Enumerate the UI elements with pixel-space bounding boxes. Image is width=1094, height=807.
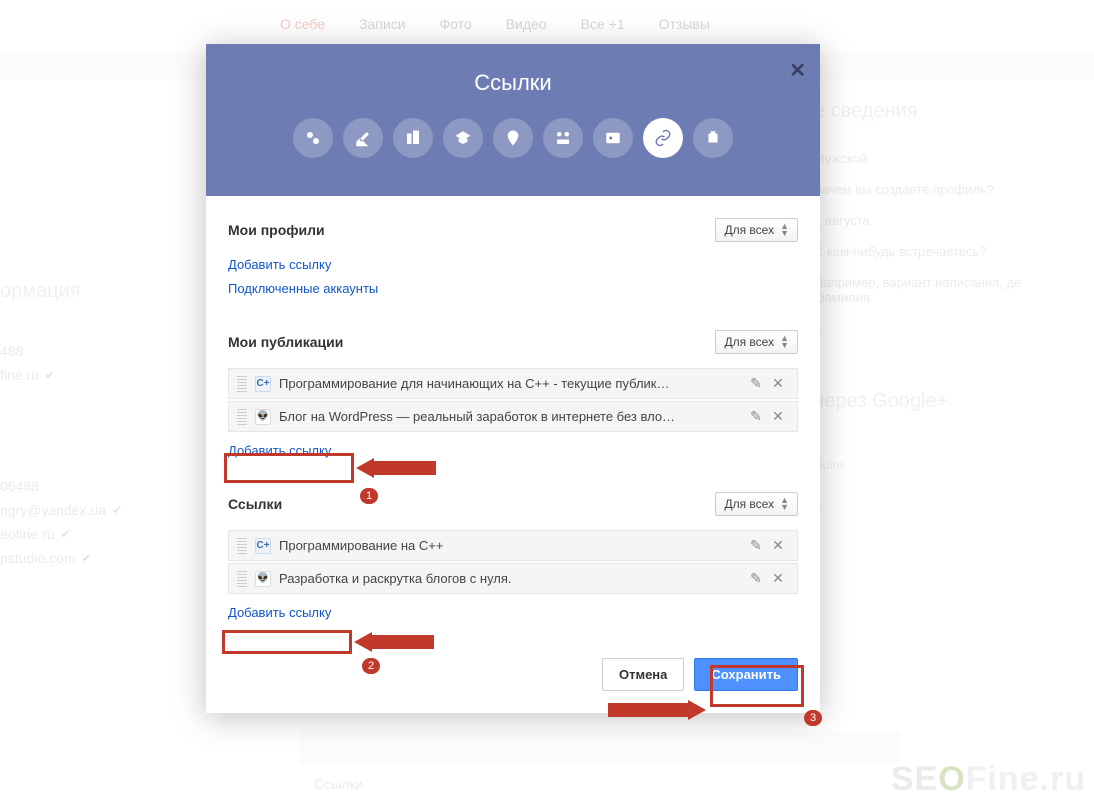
modal-header: ✕ Ссылки <box>206 44 820 196</box>
connected-accounts-link[interactable]: Подключенные аккаунты <box>228 281 378 296</box>
close-icon[interactable]: ✕ <box>767 570 789 587</box>
close-icon[interactable]: ✕ <box>767 408 789 425</box>
education-icon[interactable] <box>443 118 483 158</box>
work-icon[interactable] <box>393 118 433 158</box>
favicon-icon: 👽 <box>255 409 271 425</box>
modal-footer: Отмена Сохранить <box>206 658 820 713</box>
link-item[interactable]: 👽 Блог на WordPress — реальный заработок… <box>228 401 798 432</box>
link-item-text: Программирование на С++ <box>279 538 745 553</box>
link-item[interactable]: C+ Программирование на С++ ✎ ✕ <box>228 530 798 561</box>
close-icon[interactable]: ✕ <box>767 375 789 392</box>
modal-icon-row <box>206 118 820 158</box>
section-title: Ссылки <box>228 496 282 512</box>
add-link[interactable]: Добавить ссылку <box>228 257 331 272</box>
pencil-icon[interactable]: ✎ <box>745 375 767 392</box>
visibility-dropdown[interactable]: Для всех▲▼ <box>715 330 798 354</box>
link-item-text: Разработка и раскрутка блогов с нуля. <box>279 571 745 586</box>
visibility-dropdown[interactable]: Для всех▲▼ <box>715 492 798 516</box>
favicon-icon: C+ <box>255 376 271 392</box>
favicon-icon: C+ <box>255 538 271 554</box>
basic-info-icon[interactable] <box>543 118 583 158</box>
link-item[interactable]: 👽 Разработка и раскрутка блогов с нуля. … <box>228 563 798 594</box>
favicon-icon: 👽 <box>255 571 271 587</box>
close-icon[interactable]: ✕ <box>767 537 789 554</box>
link-item-text: Программирование для начинающих на С++ -… <box>279 376 745 391</box>
pencil-icon[interactable]: ✎ <box>745 537 767 554</box>
add-link[interactable]: Добавить ссылку <box>228 443 331 458</box>
section-title: Мои публикации <box>228 334 343 350</box>
pencil-icon[interactable]: ✎ <box>745 570 767 587</box>
visibility-dropdown[interactable]: Для всех▲▼ <box>715 218 798 242</box>
places-icon[interactable] <box>493 118 533 158</box>
drag-handle-icon[interactable] <box>237 409 247 425</box>
tagline-icon[interactable] <box>293 118 333 158</box>
section-links: Ссылки Для всех▲▼ C+ Программирование на… <box>228 492 798 628</box>
contact-icon[interactable] <box>593 118 633 158</box>
chevron-sort-icon: ▲▼ <box>780 223 789 237</box>
pencil-icon[interactable]: ✎ <box>745 408 767 425</box>
modal-body: Мои профили Для всех▲▼ Добавить ссылку П… <box>206 196 820 658</box>
drag-handle-icon[interactable] <box>237 538 247 554</box>
section-my-profiles: Мои профили Для всех▲▼ Добавить ссылку П… <box>228 218 798 304</box>
section-title: Мои профили <box>228 222 325 238</box>
add-link[interactable]: Добавить ссылку <box>228 605 331 620</box>
close-icon[interactable]: ✕ <box>789 58 806 83</box>
chevron-sort-icon: ▲▼ <box>780 497 789 511</box>
links-modal: ✕ Ссылки Мои профили Для всех▲▼ <box>206 44 820 713</box>
story-icon[interactable] <box>343 118 383 158</box>
drag-handle-icon[interactable] <box>237 571 247 587</box>
modal-title: Ссылки <box>206 44 820 96</box>
chevron-sort-icon: ▲▼ <box>780 335 789 349</box>
drag-handle-icon[interactable] <box>237 376 247 392</box>
apps-icon[interactable] <box>693 118 733 158</box>
link-item-text: Блог на WordPress — реальный заработок в… <box>279 409 745 424</box>
link-item[interactable]: C+ Программирование для начинающих на С+… <box>228 368 798 399</box>
cancel-button[interactable]: Отмена <box>602 658 684 691</box>
save-button[interactable]: Сохранить <box>694 658 798 691</box>
section-contributor: Мои публикации Для всех▲▼ C+ Программиро… <box>228 330 798 466</box>
links-icon[interactable] <box>643 118 683 158</box>
